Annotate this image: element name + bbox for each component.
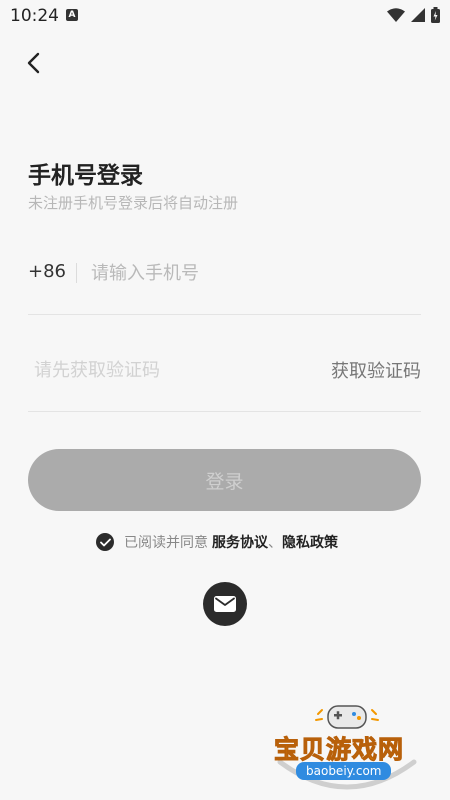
status-bar: 10:24 A xyxy=(0,0,450,34)
watermark-url: baobeiy.com xyxy=(296,762,392,780)
agreement-row: 已阅读并同意 服务协议 、 隐私政策 xyxy=(96,531,338,553)
verification-code-input[interactable] xyxy=(34,353,274,387)
phone-input[interactable] xyxy=(91,256,411,290)
watermark-name: 宝贝游戏网 xyxy=(273,735,405,765)
mail-icon xyxy=(214,596,236,612)
login-button[interactable]: 登录 xyxy=(28,449,421,511)
wifi-icon xyxy=(387,8,405,22)
email-login-button[interactable] xyxy=(203,582,247,626)
battery-icon xyxy=(431,7,440,23)
check-icon xyxy=(99,538,111,546)
back-button[interactable] xyxy=(20,48,48,78)
watermark-logo: 宝贝游戏网 baobeiy.com xyxy=(272,700,422,800)
get-code-button[interactable]: 获取验证码 xyxy=(331,357,421,383)
notification-a-icon: A xyxy=(66,9,78,21)
privacy-policy-link[interactable]: 隐私政策 xyxy=(282,532,338,552)
page-title: 手机号登录 xyxy=(28,163,143,189)
page-subtitle: 未注册手机号登录后将自动注册 xyxy=(28,194,239,212)
agreement-separator: 、 xyxy=(268,535,282,551)
service-agreement-link[interactable]: 服务协议 xyxy=(212,532,268,552)
signal-icon xyxy=(411,8,425,22)
code-field-row: 获取验证码 xyxy=(28,345,421,412)
status-icons xyxy=(387,7,440,23)
phone-divider xyxy=(76,263,77,283)
agreement-prefix: 已阅读并同意 xyxy=(124,535,208,551)
country-code[interactable]: +86 xyxy=(28,261,66,282)
agreement-checkbox[interactable] xyxy=(96,533,114,551)
phone-field-row: +86 xyxy=(28,248,421,315)
back-arrow-icon xyxy=(27,52,40,74)
status-time: 10:24 xyxy=(10,6,59,26)
